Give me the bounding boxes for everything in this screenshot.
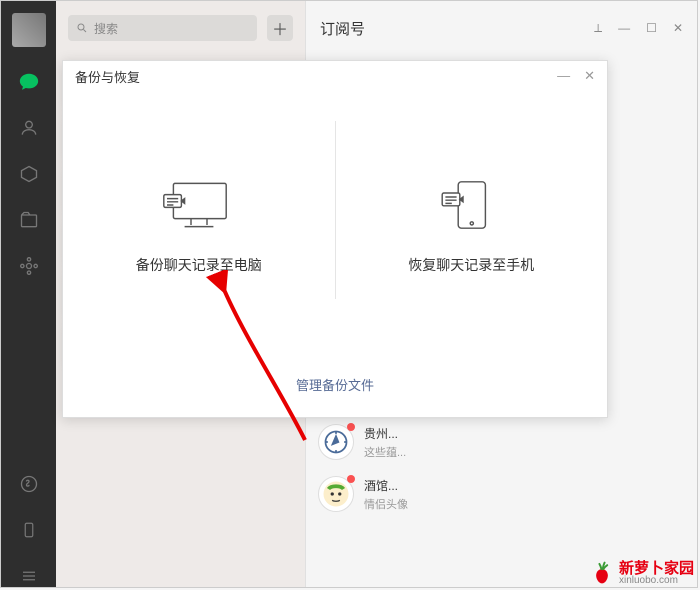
radish-icon	[589, 560, 615, 586]
miniprogram-icon[interactable]	[18, 473, 40, 495]
modal-minimize-icon[interactable]: —	[557, 68, 570, 84]
modal-title: 备份与恢复	[75, 67, 140, 86]
search-input[interactable]: 搜索	[68, 15, 257, 41]
page-title: 订阅号	[320, 18, 365, 39]
pin-icon[interactable]: ⟂	[594, 21, 602, 36]
modal-close-icon[interactable]: ✕	[584, 68, 595, 84]
face-icon	[321, 479, 351, 509]
contacts-icon[interactable]	[18, 117, 40, 139]
collect-icon[interactable]	[18, 163, 40, 185]
search-icon	[76, 22, 88, 34]
user-avatar[interactable]	[12, 13, 46, 47]
compass-icon	[322, 428, 350, 456]
watermark-text: 新萝卜家园	[619, 561, 694, 576]
watermark-url: xinluobo.com	[619, 576, 694, 586]
phone-icon[interactable]	[18, 519, 40, 541]
moments-icon[interactable]	[18, 255, 40, 277]
watermark: 新萝卜家园 xinluobo.com	[589, 560, 694, 586]
chat-sub: 情侣头像	[364, 496, 685, 512]
menu-icon[interactable]	[18, 565, 40, 587]
list-item[interactable]: 贵州... 这些蕴...	[306, 416, 697, 468]
list-item[interactable]: 酒馆... 情侣头像	[306, 468, 697, 520]
minimize-icon[interactable]: —	[618, 21, 630, 36]
restore-label: 恢复聊天记录至手机	[408, 255, 534, 275]
restore-to-phone-option[interactable]: 恢复聊天记录至手机	[336, 91, 608, 359]
chat-title: 贵州...	[364, 425, 685, 442]
chat-sub: 这些蕴...	[364, 444, 685, 460]
backup-label: 备份聊天记录至电脑	[136, 255, 262, 275]
chat-icon[interactable]	[18, 71, 40, 93]
close-icon[interactable]: ✕	[673, 21, 683, 36]
phone-device-icon	[431, 175, 511, 235]
search-placeholder: 搜索	[94, 20, 118, 37]
files-icon[interactable]	[18, 209, 40, 231]
chat-title: 酒馆...	[364, 477, 685, 494]
add-button[interactable]: ＋	[267, 15, 293, 41]
backup-to-pc-option[interactable]: 备份聊天记录至电脑	[63, 91, 335, 359]
maximize-icon[interactable]: ☐	[646, 21, 657, 36]
manage-backup-link[interactable]: 管理备份文件	[296, 378, 374, 393]
backup-restore-modal: 备份与恢复 — ✕ 备份聊天记录至电脑 恢复	[62, 60, 608, 418]
monitor-icon	[159, 175, 239, 235]
